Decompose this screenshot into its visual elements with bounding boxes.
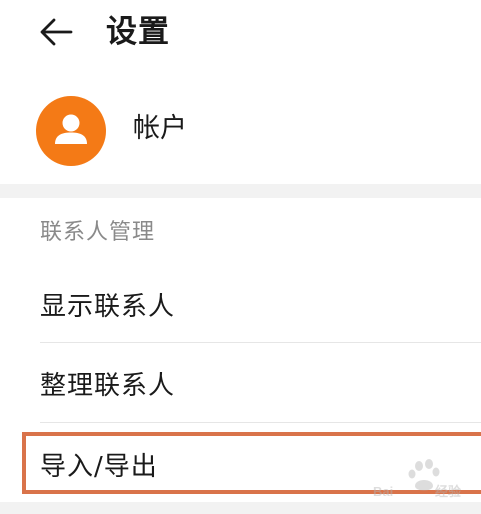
section-divider (0, 184, 481, 198)
avatar (36, 96, 106, 166)
back-button[interactable] (36, 12, 76, 52)
section-title-contacts: 联系人管理 (40, 220, 156, 245)
bottom-divider (0, 502, 481, 514)
menu-item-label: 显示联系人 (40, 292, 176, 322)
arrow-left-icon (40, 18, 73, 46)
baidu-watermark-logo: Bai 经验 (373, 459, 462, 499)
top-bar: 设置 (0, 0, 481, 70)
svg-text:经验: 经验 (435, 484, 462, 499)
menu-item-label: 整理联系人 (40, 371, 176, 401)
divider (40, 342, 481, 343)
person-icon (55, 114, 87, 144)
menu-item-display-contacts[interactable]: 显示联系人 (0, 277, 481, 337)
svg-text:Bai: Bai (373, 484, 393, 499)
page-title: 设置 (106, 14, 170, 50)
divider (40, 422, 481, 423)
account-row[interactable]: 帐户 (0, 92, 481, 170)
menu-item-organize-contacts[interactable]: 整理联系人 (0, 356, 481, 416)
account-label: 帐户 (133, 113, 187, 144)
